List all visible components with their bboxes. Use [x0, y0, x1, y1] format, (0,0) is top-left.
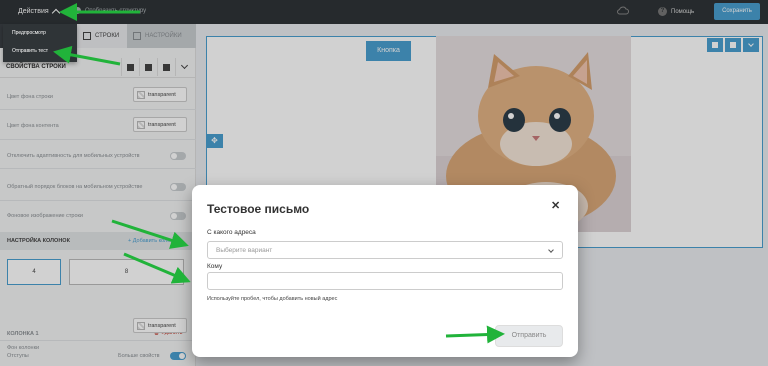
- trash-icon: [145, 63, 152, 71]
- row-bg-color-picker[interactable]: transparent: [133, 87, 187, 102]
- collapse-row-button[interactable]: [175, 58, 193, 76]
- from-address-label: С какого адреса: [207, 229, 256, 236]
- chevron-up-icon: [51, 8, 60, 18]
- transparent-swatch-icon: [137, 120, 145, 129]
- test-email-dialog: Тестовое письмо ✕ С какого адреса Выбери…: [192, 185, 578, 357]
- actions-dropdown: Предпросмотр Отправить тест: [3, 24, 77, 62]
- more-props-toggle[interactable]: [170, 352, 186, 360]
- column-bg-value: transparent: [148, 322, 176, 329]
- row-properties-title: СВОЙСТВА СТРОКИ: [6, 64, 66, 70]
- rows-icon: [83, 32, 91, 40]
- row-bg-value: transparent: [148, 91, 176, 98]
- content-bg-value: transparent: [148, 121, 176, 128]
- send-button[interactable]: Отправить: [495, 325, 563, 347]
- tab-settings[interactable]: НАСТРОЙКИ: [127, 24, 196, 48]
- from-address-placeholder: Выберите вариант: [216, 247, 273, 254]
- copy-icon: [163, 63, 170, 71]
- more-row-tool[interactable]: [743, 38, 759, 52]
- top-bar: Действия Отобразить структуру ? Помощь С…: [0, 0, 768, 24]
- show-structure-label: Отобразить структуру: [85, 7, 147, 14]
- save-button[interactable]: Сохранить: [714, 3, 760, 20]
- dialog-title: Тестовое письмо: [207, 202, 310, 216]
- reverse-order-label: Обратный порядок блоков на мобильном уст…: [7, 184, 143, 190]
- column-bg-label: Фон колонки: [7, 345, 40, 351]
- tab-rows-label: СТРОКИ: [95, 33, 120, 39]
- eye-icon: [74, 7, 81, 14]
- content-bg-color-picker[interactable]: transparent: [133, 117, 187, 132]
- sidebar: СТРОКИ НАСТРОЙКИ СВОЙСТВА СТРОКИ Цвет фо…: [0, 24, 196, 366]
- save-row-button[interactable]: [121, 58, 139, 76]
- column-bg-color-picker[interactable]: transparent: [133, 318, 187, 333]
- disable-adaptive-toggle[interactable]: [170, 152, 186, 160]
- bg-image-label: Фоновое изображение строки: [7, 213, 84, 219]
- save-row-tool[interactable]: [707, 38, 723, 52]
- close-icon[interactable]: ✕: [551, 199, 560, 212]
- duplicate-row-button[interactable]: [157, 58, 175, 76]
- help-link[interactable]: ? Помощь: [658, 7, 694, 16]
- column-size-box[interactable]: 4: [7, 259, 61, 285]
- cloud-icon: [617, 6, 629, 15]
- reverse-order-toggle[interactable]: [170, 183, 186, 191]
- chevron-down-icon: [548, 247, 554, 253]
- to-address-label: Кому: [207, 263, 223, 270]
- more-props-label: Больше свойств: [118, 353, 160, 359]
- to-address-input[interactable]: [207, 272, 563, 290]
- to-address-hint: Используйте пробел, чтобы добавить новый…: [207, 296, 338, 302]
- question-icon: ?: [658, 7, 667, 16]
- transparent-swatch-icon: [137, 90, 145, 99]
- delete-row-button[interactable]: [139, 58, 157, 76]
- divider: [0, 200, 196, 201]
- actions-menu-button[interactable]: Действия: [18, 7, 60, 18]
- column-1-title: КОЛОНКА 1: [7, 331, 39, 337]
- row-bg-label: Цвет фона строки: [7, 94, 53, 100]
- add-column-label: Добавить колонку: [132, 238, 179, 244]
- columns-settings-title: НАСТРОЙКА КОЛОНОК: [7, 238, 70, 244]
- column-size-box[interactable]: 8: [69, 259, 184, 285]
- tab-rows[interactable]: СТРОКИ: [77, 24, 127, 48]
- help-label: Помощь: [671, 8, 695, 15]
- disable-adaptive-label: Отключить адаптивность для мобильных уст…: [7, 153, 140, 159]
- tab-settings-label: НАСТРОЙКИ: [145, 33, 182, 39]
- bg-image-toggle[interactable]: [170, 212, 186, 220]
- add-column-button[interactable]: + Добавить колонку: [128, 238, 179, 244]
- canvas-button-block[interactable]: Кнопка: [366, 41, 411, 61]
- show-structure-toggle[interactable]: Отобразить структуру: [74, 7, 146, 14]
- save-icon: [712, 42, 718, 48]
- delete-row-tool[interactable]: [725, 38, 741, 52]
- menu-item-send-test[interactable]: Отправить тест: [12, 48, 48, 54]
- trash-icon: [730, 42, 736, 48]
- actions-label: Действия: [18, 8, 49, 15]
- settings-icon: [133, 32, 141, 40]
- columns-settings-header: НАСТРОЙКА КОЛОНОК + Добавить колонку: [0, 232, 196, 250]
- menu-item-preview[interactable]: Предпросмотр: [12, 30, 46, 36]
- chevron-down-icon: [180, 61, 189, 70]
- save-icon: [127, 63, 134, 71]
- divider: [0, 109, 196, 110]
- row-toolbar: [707, 38, 759, 52]
- from-address-select[interactable]: Выберите вариант: [207, 241, 563, 259]
- transparent-swatch-icon: [137, 321, 145, 330]
- chevron-down-icon: [748, 41, 754, 47]
- move-handle[interactable]: ✥: [206, 134, 223, 148]
- padding-label: Отступы: [7, 353, 29, 359]
- divider: [0, 168, 196, 169]
- move-icon: ✥: [211, 136, 218, 145]
- divider: [0, 139, 196, 140]
- divider: [0, 340, 196, 341]
- content-bg-label: Цвет фона контента: [7, 123, 59, 129]
